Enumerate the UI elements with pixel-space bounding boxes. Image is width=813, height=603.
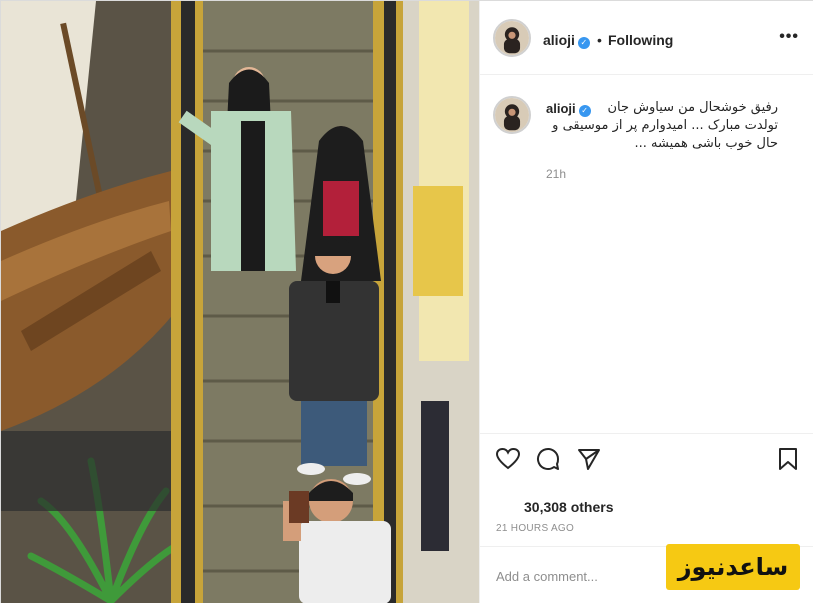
heart-icon[interactable] (495, 446, 521, 472)
username-link[interactable]: alioji ✓ (543, 32, 590, 49)
share-icon[interactable] (576, 446, 602, 472)
avatar-image (495, 98, 529, 132)
username-text: alioji (543, 32, 575, 48)
caption-line: حال خوب باشی همیشه ... (634, 136, 778, 151)
caption-line: تولدت مبارک ... امیدوارم پر از موسیقی و (552, 118, 778, 133)
action-bar (480, 433, 813, 485)
watermark-text: ساعدنیوز (677, 553, 789, 581)
post-timestamp[interactable]: 21 HOURS AGO (496, 523, 574, 534)
following-button[interactable]: Following (608, 32, 673, 48)
escalator-photo (1, 1, 479, 603)
more-options-icon[interactable]: ••• (779, 28, 799, 46)
post-side-panel: alioji ✓ • Following ••• alioji ✓ رفیق خوش… (479, 1, 813, 603)
post-photo[interactable] (1, 1, 479, 603)
caption-avatar[interactable] (493, 96, 531, 134)
post-header: alioji ✓ • Following ••• (480, 1, 813, 75)
caption-time-link[interactable]: 21h (546, 167, 566, 181)
verified-badge-icon: ✓ (577, 37, 590, 49)
likes-count-link[interactable]: 30,308 others (524, 499, 614, 515)
instagram-post-window: alioji ✓ • Following ••• alioji ✓ رفیق خوش… (0, 0, 813, 603)
caption-line: رفیق خوشحال من سیاوش جان (607, 100, 778, 115)
bookmark-icon[interactable] (775, 446, 801, 472)
caption-text: رفیق خوشحال من سیاوش جان تولدت مبارک ...… (542, 99, 778, 153)
separator-dot: • (597, 32, 602, 48)
news-logo-watermark: ساعدنیوز (666, 544, 800, 590)
avatar[interactable] (493, 19, 531, 57)
comment-icon[interactable] (535, 446, 561, 472)
avatar-image (495, 21, 529, 55)
